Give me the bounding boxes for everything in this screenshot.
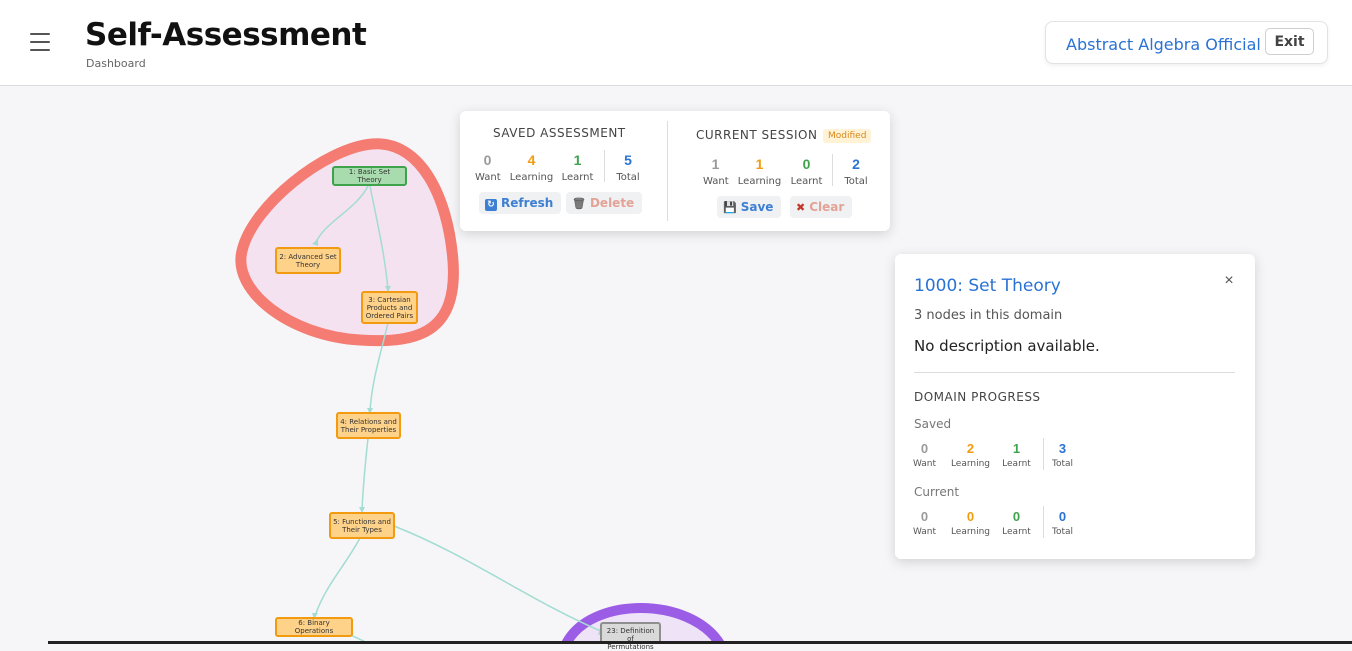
domain-current-divider [1043,506,1044,538]
edge-5-6 [314,537,361,617]
current-session-title: CURRENT SESSION [696,128,818,142]
saved-learnt-stat: 1 Learnt [561,152,594,183]
top-header: Self-Assessment Dashboard Abstract Algeb… [0,0,1352,86]
trash-icon: 🗑 [572,197,586,210]
refresh-button[interactable]: ↻ Refresh [479,192,562,214]
edge-5-23 [393,525,604,633]
domain-current-label: Current [914,485,960,499]
saved-learning-stat: 4 Learning [509,152,554,183]
domain-current-learnt: 0 Learnt [1002,509,1031,537]
saved-want-stat: 0 Want [475,152,501,183]
assessment-summary-card: SAVED ASSESSMENT 0 Want 4 Learning 1 Learnt… [460,111,890,231]
domain-current-learning: 0 Learning [950,509,991,537]
domain-saved-label: Saved [914,417,952,431]
saved-assessment-title: SAVED ASSESSMENT [493,126,626,140]
current-learnt-stat: 0 Learnt [790,156,823,187]
current-total-stat: 2 Total [844,156,868,187]
domain-divider [914,372,1235,373]
domain-saved-want: 0 Want [912,441,937,469]
edge-4-5 [361,437,369,512]
domain-description: No description available. [914,337,1100,355]
graph-node-5[interactable]: 5: Functions and Their Types [329,512,395,539]
floppy-disk-icon: 💾 [723,201,737,214]
current-divider [832,154,833,186]
cross-icon: ✖ [796,201,806,214]
course-box: Abstract Algebra Official Exit [1045,21,1328,64]
modified-badge: Modified [823,129,872,143]
domain-title: 1000: Set Theory [914,276,1061,296]
domain-saved-learnt: 1 Learnt [1002,441,1031,469]
clear-button[interactable]: ✖ Clear [790,196,853,218]
session-divider [667,121,668,221]
graph-node-1[interactable]: 1: Basic Set Theory [332,166,407,186]
current-want-stat: 1 Want [703,156,729,187]
course-name-link[interactable]: Abstract Algebra Official [1066,35,1261,54]
delete-button[interactable]: 🗑 Delete [566,192,643,214]
exit-button[interactable]: Exit [1265,28,1314,55]
graph-node-6[interactable]: 6: Binary Operations [275,617,353,637]
domain-saved-divider [1043,438,1044,470]
saved-total-stat: 5 Total [616,152,640,183]
domain-current-total: 0 Total [1051,509,1074,537]
save-button[interactable]: 💾 Save [717,196,782,218]
graph-node-4[interactable]: 4: Relations and Their Properties [336,412,401,439]
graph-node-2[interactable]: 2: Advanced Set Theory [275,247,341,274]
domain-current-want: 0 Want [912,509,937,537]
page-title: Self-Assessment [85,17,367,53]
hamburger-icon[interactable] [30,33,50,51]
close-icon[interactable]: × [1218,270,1240,292]
domain-saved-total: 3 Total [1051,441,1074,469]
domain-saved-learning: 2 Learning [950,441,991,469]
graph-node-3[interactable]: 3: Cartesian Products and Ordered Pairs [361,291,418,324]
breadcrumb[interactable]: Dashboard [86,57,146,70]
current-learning-stat: 1 Learning [737,156,782,187]
saved-divider [604,150,605,182]
domain-detail-card: 1000: Set Theory × 3 nodes in this domai… [895,254,1255,559]
domain-node-count: 3 nodes in this domain [914,308,1063,323]
refresh-icon: ↻ [485,199,497,211]
domain-progress-title: DOMAIN PROGRESS [914,390,1041,404]
